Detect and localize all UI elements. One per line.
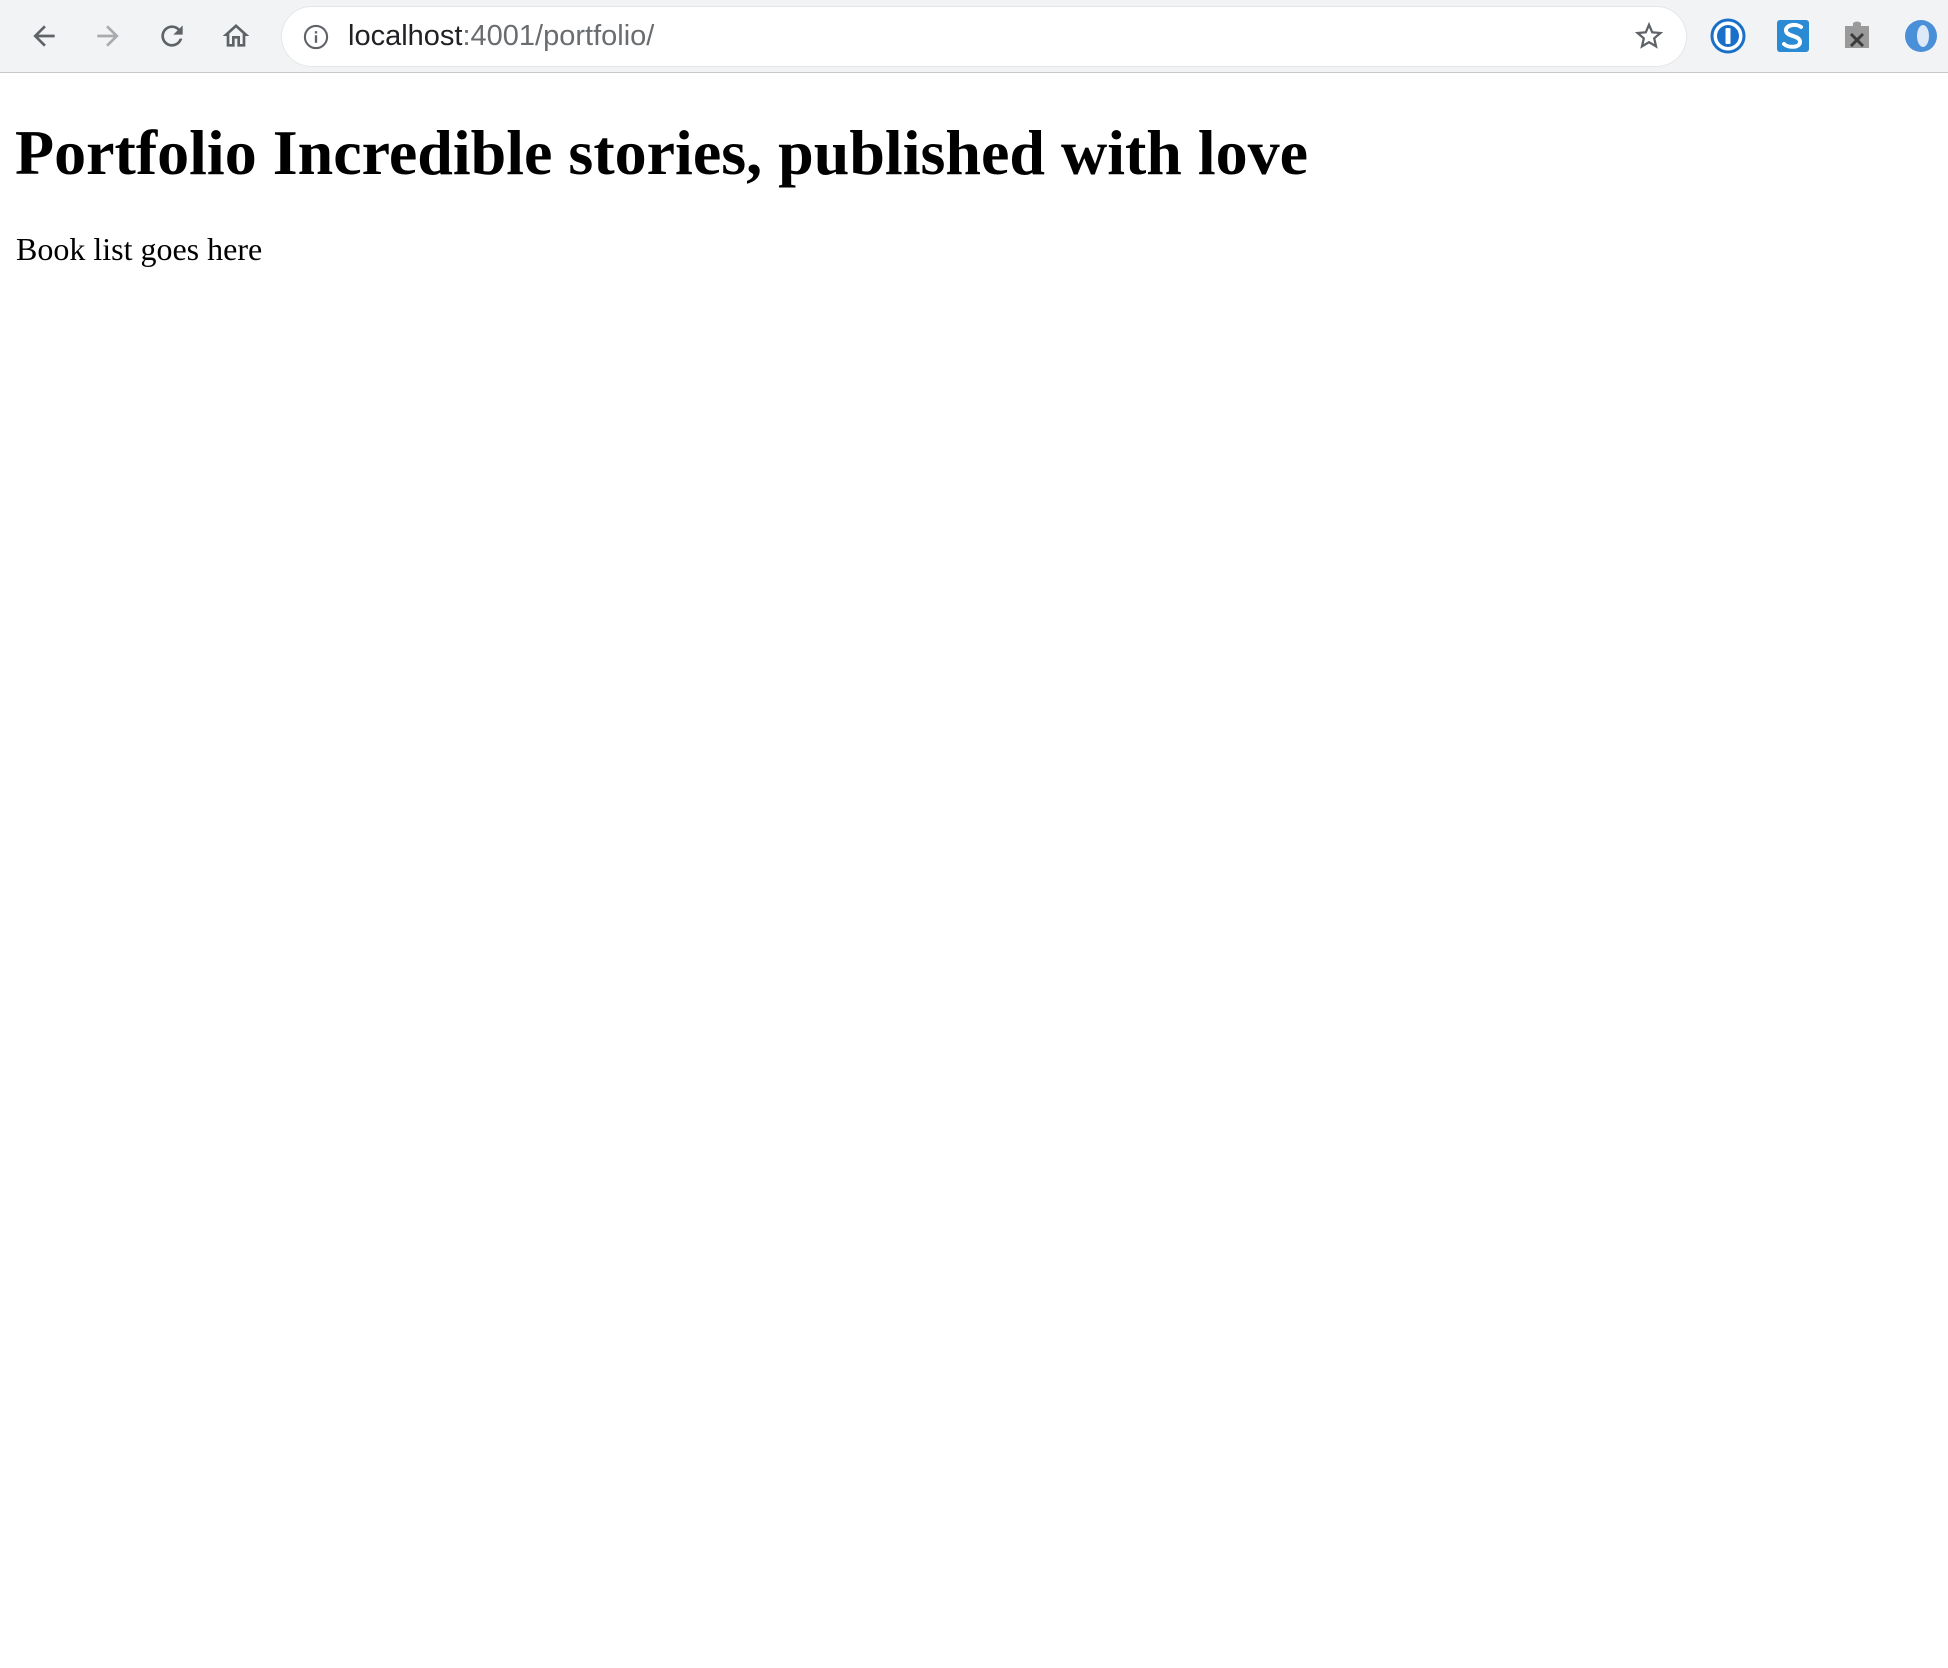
browser-toolbar: localhost:4001/portfolio/ [0, 0, 1948, 73]
s-extension-icon[interactable] [1774, 17, 1812, 55]
book-list-placeholder: Book list goes here [16, 231, 263, 267]
home-button[interactable] [212, 12, 260, 60]
reload-icon [161, 25, 183, 47]
forward-button[interactable] [84, 12, 132, 60]
o-extension-icon[interactable] [1902, 17, 1940, 55]
url-host: localhost [348, 20, 463, 52]
page-content: Portfolio Incredible stories, published … [0, 73, 1948, 1668]
info-icon[interactable] [302, 23, 330, 51]
url-text[interactable]: localhost:4001/portfolio/ [348, 7, 654, 66]
page-title: Portfolio Incredible stories, published … [15, 117, 1309, 188]
back-button[interactable] [20, 12, 68, 60]
puzzle-x-extension-icon[interactable] [1838, 17, 1876, 55]
1password-extension-icon[interactable] [1709, 17, 1747, 55]
reload-button[interactable] [148, 12, 196, 60]
star-icon[interactable] [1632, 19, 1666, 53]
home-icon [222, 24, 250, 47]
back-arrow-icon [33, 25, 55, 47]
forward-arrow-icon [97, 25, 119, 47]
address-bar[interactable]: localhost:4001/portfolio/ [282, 7, 1686, 66]
url-path: :4001/portfolio/ [462, 20, 655, 52]
